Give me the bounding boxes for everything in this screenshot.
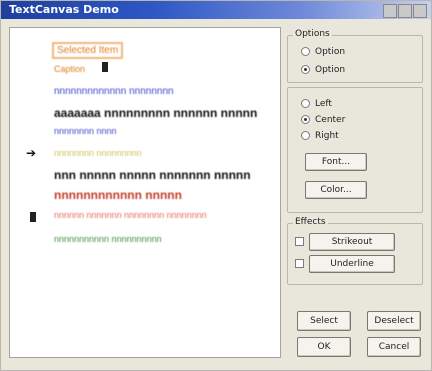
text-canvas[interactable]: Selected Item Caption nnnnnnnnnnnnn nnnn…: [9, 27, 281, 358]
maximize-button[interactable]: [398, 4, 412, 18]
canvas-line-3[interactable]: nnnnnnnnnnnnn nnnnnnnn: [54, 86, 174, 97]
canvas-line-caption[interactable]: Caption: [54, 64, 85, 74]
strikeout-checkbox[interactable]: [295, 237, 304, 246]
canvas-line-9[interactable]: nnnnnn nnnnnnn nnnnnnnn nnnnnnnn: [54, 210, 207, 220]
options-group: [287, 35, 423, 83]
title-bar[interactable]: TextCanvas Demo: [1, 1, 431, 19]
options-panel: Options Option Option Left Center Right …: [287, 27, 425, 358]
minimize-button[interactable]: [383, 4, 397, 18]
options-legend: Options: [293, 29, 332, 39]
app-window: TextCanvas Demo Selected Item Caption nn…: [0, 0, 432, 371]
strikeout-option[interactable]: Strikeout: [309, 233, 395, 251]
option-radio-2[interactable]: [301, 65, 310, 74]
effects-legend: Effects: [293, 217, 328, 227]
deselect-button[interactable]: Deselect: [367, 311, 421, 331]
option-radio-1-label: Option: [315, 47, 346, 57]
option-radio-2-label: Option: [315, 65, 346, 75]
align-right-label: Right: [315, 131, 339, 141]
window-title: TextCanvas Demo: [9, 3, 119, 16]
align-center-radio[interactable]: [301, 115, 310, 124]
align-right-radio[interactable]: [301, 131, 310, 140]
font-button[interactable]: Font...: [305, 153, 367, 171]
canvas-line-5[interactable]: nnnnnnnn nnnn: [54, 126, 117, 136]
canvas-line-4[interactable]: aaaaaaa nnnnnnnnn nnnnnn nnnnn: [54, 106, 257, 120]
canvas-line-10[interactable]: nnnnnnnnnnn nnnnnnnnnn: [54, 234, 162, 244]
underline-option[interactable]: Underline: [309, 255, 395, 273]
canvas-line-7[interactable]: nnn nnnnn nnnnn nnnnnnn nnnnn: [54, 168, 251, 182]
align-center-label: Center: [315, 115, 346, 125]
caret-marker: [102, 62, 108, 72]
canvas-line-selected[interactable]: Selected Item: [52, 42, 124, 59]
align-left-radio[interactable]: [301, 99, 310, 108]
underline-checkbox[interactable]: [295, 259, 304, 268]
cancel-button[interactable]: Cancel: [367, 337, 421, 357]
close-button[interactable]: [413, 4, 427, 18]
color-button[interactable]: Color...: [305, 181, 367, 199]
arrow-marker-icon: ➔: [26, 146, 37, 160]
canvas-line-8[interactable]: nnnnnnnnnnnn nnnnn: [54, 188, 182, 202]
align-left-label: Left: [315, 99, 332, 109]
option-radio-1[interactable]: [301, 47, 310, 56]
select-button[interactable]: Select: [297, 311, 351, 331]
square-marker-icon: [30, 212, 36, 222]
ok-button[interactable]: OK: [297, 337, 351, 357]
canvas-line-6[interactable]: nnnnnnnn nnnnnnnnn: [54, 148, 142, 158]
